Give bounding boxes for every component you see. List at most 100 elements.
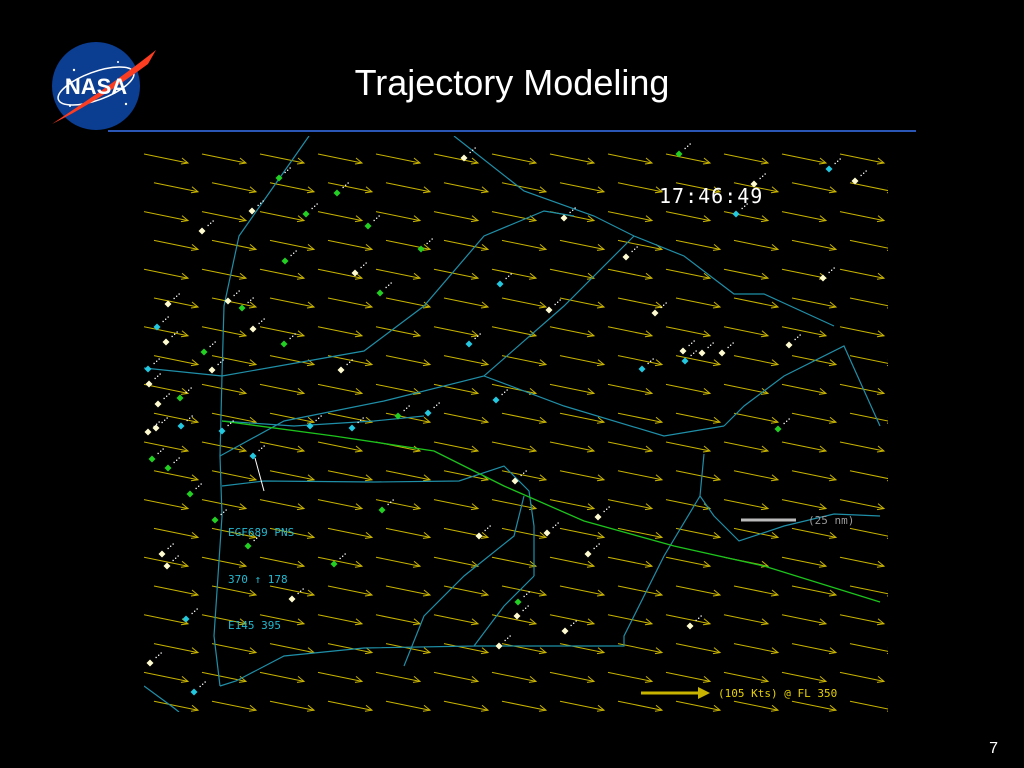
aircraft-target-icon[interactable] <box>280 340 288 348</box>
aircraft-target-icon[interactable] <box>514 598 522 606</box>
history-trail-dot <box>262 200 264 202</box>
aircraft-target-icon[interactable] <box>732 210 740 218</box>
aircraft-target-icon[interactable] <box>376 289 384 297</box>
wind-vector-head <box>596 647 606 655</box>
wind-vector-head <box>818 676 828 683</box>
wind-vector-head <box>596 704 606 712</box>
aircraft-target-icon[interactable] <box>351 269 359 277</box>
wind-vector <box>491 326 537 337</box>
aircraft-target-icon[interactable] <box>302 210 310 218</box>
wind-vector-head <box>296 330 306 338</box>
aircraft-target-icon[interactable] <box>182 615 190 623</box>
aircraft-target-icon[interactable] <box>158 550 166 558</box>
aircraft-target-icon[interactable] <box>364 222 372 230</box>
aircraft-target-icon[interactable] <box>218 427 226 435</box>
aircraft-target-icon[interactable] <box>154 400 162 408</box>
aircraft-target-icon[interactable] <box>281 257 289 265</box>
aircraft-target-icon[interactable] <box>560 214 568 222</box>
aircraft-datablock[interactable]: EGF689 PNS 370 ↑ 178 E145 395 <box>228 494 294 665</box>
wind-vector-head <box>760 503 770 511</box>
wind-vector-head <box>306 186 316 194</box>
aircraft-target-icon[interactable] <box>819 274 827 282</box>
aircraft-target-icon[interactable] <box>211 516 219 524</box>
aircraft-target-icon[interactable] <box>186 490 194 498</box>
aircraft-target-icon[interactable] <box>152 424 160 432</box>
aircraft-target-icon[interactable] <box>146 659 154 667</box>
wind-vector <box>849 643 888 652</box>
history-trail-dot <box>171 335 173 338</box>
wind-vector <box>491 441 537 452</box>
aircraft-target-icon[interactable] <box>718 349 726 357</box>
aircraft-target-icon[interactable] <box>378 506 386 514</box>
aircraft-target-icon[interactable] <box>584 550 592 558</box>
aircraft-target-icon[interactable] <box>200 348 208 356</box>
wind-vector <box>144 153 189 164</box>
aircraft-target-icon[interactable] <box>176 394 184 402</box>
aircraft-target-icon[interactable] <box>348 424 356 432</box>
wind-vector-head <box>180 388 190 395</box>
aircraft-target-icon[interactable] <box>144 428 152 436</box>
history-trail-dot <box>570 624 572 627</box>
wind-vector <box>201 671 247 682</box>
aircraft-target-icon[interactable] <box>208 366 216 374</box>
aircraft-target-icon[interactable] <box>561 627 569 635</box>
aircraft-target-icon[interactable] <box>177 422 185 430</box>
aircraft-target-icon[interactable] <box>164 464 172 472</box>
history-trail-dot <box>860 174 862 177</box>
wind-vector-head <box>190 532 200 539</box>
aircraft-target-icon[interactable] <box>145 380 153 388</box>
history-trail-dot <box>238 290 240 292</box>
wind-vector <box>665 383 711 394</box>
wind-vector-head <box>354 618 364 626</box>
aircraft-target-icon[interactable] <box>465 340 473 348</box>
history-trail-dot <box>684 147 686 150</box>
aircraft-target-icon[interactable] <box>698 349 706 357</box>
aircraft-target-icon[interactable] <box>622 253 630 261</box>
aircraft-target-icon[interactable] <box>825 165 833 173</box>
history-trail-dot <box>508 275 510 277</box>
aircraft-target-icon[interactable] <box>543 529 551 537</box>
aircraft-target-icon[interactable] <box>148 455 156 463</box>
aircraft-target-icon[interactable] <box>638 365 646 373</box>
aircraft-target-icon[interactable] <box>162 338 170 346</box>
wind-vector-head <box>596 589 606 597</box>
aircraft-target-icon[interactable] <box>545 306 553 314</box>
wind-vector <box>549 671 595 682</box>
aircraft-target-icon[interactable] <box>337 366 345 374</box>
aircraft-target-icon[interactable] <box>785 341 793 349</box>
aircraft-target-icon[interactable] <box>513 612 521 620</box>
aircraft-target-icon[interactable] <box>238 304 246 312</box>
aircraft-target-icon[interactable] <box>163 562 171 570</box>
aircraft-target-icon[interactable] <box>681 357 689 365</box>
history-trail-dot <box>598 543 600 545</box>
aircraft-target-icon[interactable] <box>424 409 432 417</box>
aircraft-target-icon[interactable] <box>651 309 659 317</box>
history-trail-dot <box>387 503 389 506</box>
aircraft-target-icon[interactable] <box>492 396 500 404</box>
wind-vector-head <box>586 618 596 626</box>
aircraft-target-icon[interactable] <box>333 189 341 197</box>
history-trail-dot <box>695 619 697 622</box>
aircraft-target-icon[interactable] <box>198 227 206 235</box>
wind-vector <box>549 441 595 452</box>
aircraft-target-icon[interactable] <box>144 365 152 373</box>
wind-vector <box>144 326 189 337</box>
aircraft-target-icon[interactable] <box>249 325 257 333</box>
aircraft-target-icon[interactable] <box>495 642 503 650</box>
wind-vector-head <box>238 445 248 453</box>
aircraft-target-icon[interactable] <box>496 280 504 288</box>
aircraft-target-icon[interactable] <box>679 347 687 355</box>
aircraft-target-icon[interactable] <box>686 622 694 630</box>
aircraft-target-icon[interactable] <box>594 513 602 521</box>
wind-vector-head <box>770 416 780 424</box>
wind-vector <box>723 268 769 279</box>
history-trail-dot <box>176 331 178 333</box>
aircraft-target-icon[interactable] <box>511 477 519 485</box>
aircraft-target-icon[interactable] <box>330 560 338 568</box>
history-trail-dot <box>479 333 481 335</box>
aircraft-target-icon[interactable] <box>190 688 198 696</box>
history-trail-dot <box>689 143 691 145</box>
history-trail-dot <box>230 422 232 424</box>
aircraft-target-icon[interactable] <box>774 425 782 433</box>
history-trail-dot <box>212 343 214 345</box>
